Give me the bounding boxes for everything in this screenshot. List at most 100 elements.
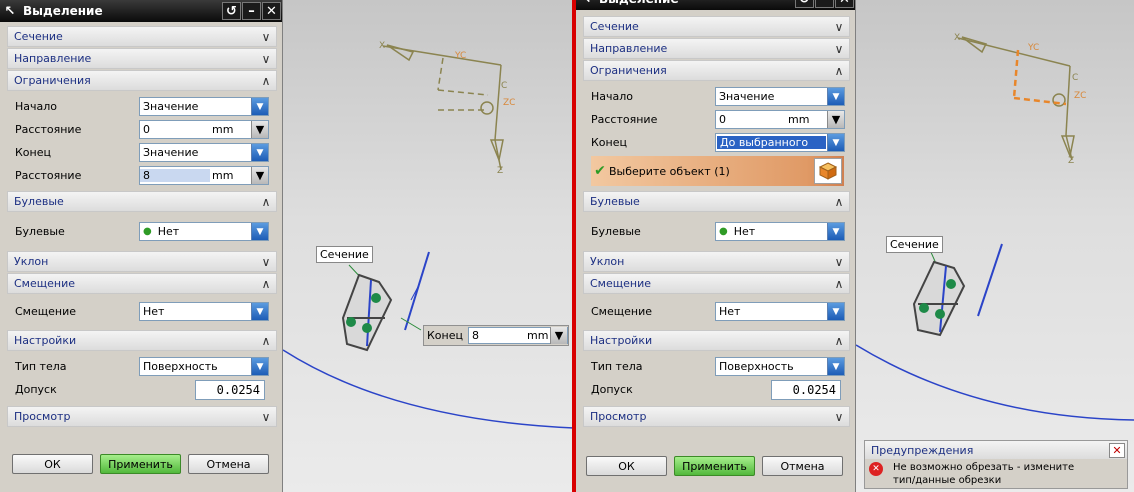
ok-button[interactable]: ОК bbox=[586, 456, 667, 476]
end-distance-value[interactable]: 8 bbox=[469, 329, 525, 342]
chevron-up-icon: ∧ bbox=[261, 194, 271, 209]
end-combo[interactable]: Значение ▼ bbox=[139, 143, 269, 162]
section-header-boolean[interactable]: Булевые ∧ bbox=[583, 191, 850, 212]
combo-value: Поверхность bbox=[143, 360, 218, 373]
section-header-preview[interactable]: Просмотр ∨ bbox=[583, 406, 850, 427]
boolean-label: Булевые bbox=[591, 225, 641, 238]
section-header-settings[interactable]: Настройки ∧ bbox=[7, 330, 277, 351]
boolean-label: Булевые bbox=[15, 225, 65, 238]
start-distance-field[interactable]: 0 mm ▼ bbox=[139, 120, 269, 139]
dropdown-arrow-icon[interactable]: ▼ bbox=[251, 98, 268, 115]
section-title: Сечение bbox=[590, 20, 639, 33]
dropdown-arrow-icon[interactable]: ▼ bbox=[827, 303, 844, 320]
boolean-combo[interactable]: ● Нет ▼ bbox=[715, 222, 845, 241]
section-header-settings[interactable]: Настройки ∧ bbox=[583, 330, 850, 351]
tolerance-field[interactable]: 0.0254 bbox=[771, 379, 841, 400]
section-header-draft[interactable]: Уклон ∨ bbox=[7, 251, 277, 272]
section-header-direction[interactable]: Направление ∨ bbox=[7, 48, 277, 69]
dialog-title: Выделение bbox=[23, 4, 103, 18]
dialog-titlebar[interactable]: ↖ Выделение ↺ – ✕ bbox=[576, 0, 855, 10]
end-distance-field[interactable]: 8 mm ▼ bbox=[139, 166, 269, 185]
dropdown-arrow-icon[interactable]: ▼ bbox=[251, 144, 268, 161]
start-combo[interactable]: Значение ▼ bbox=[715, 87, 845, 106]
close-button[interactable]: ✕ bbox=[262, 2, 281, 20]
close-button[interactable]: ✕ bbox=[835, 0, 854, 8]
cancel-button[interactable]: Отмена bbox=[762, 456, 843, 476]
combo-value: Нет bbox=[157, 225, 180, 238]
axis-label: YC bbox=[1027, 43, 1039, 53]
dropdown-arrow-icon[interactable]: ▼ bbox=[251, 303, 268, 320]
dialog-titlebar[interactable]: ↖ Выделение ↺ – ✕ bbox=[0, 0, 282, 22]
chevron-up-icon: ∧ bbox=[261, 73, 271, 88]
start-combo[interactable]: Значение ▼ bbox=[139, 97, 269, 116]
offset-label: Смещение bbox=[591, 305, 652, 318]
combo-value: Значение bbox=[719, 90, 775, 103]
end-label: Конец bbox=[427, 329, 463, 342]
section-header-draft[interactable]: Уклон ∨ bbox=[583, 251, 850, 272]
chevron-up-icon: ∧ bbox=[834, 194, 844, 209]
dropdown-arrow-icon[interactable]: ▼ bbox=[251, 223, 268, 240]
section-header-boolean[interactable]: Булевые ∧ bbox=[7, 191, 277, 212]
offset-combo[interactable]: Нет ▼ bbox=[715, 302, 845, 321]
section-header-limits[interactable]: Ограничения ∧ bbox=[7, 70, 277, 91]
section-label-callout: Сечение bbox=[316, 246, 373, 263]
minimize-button[interactable]: – bbox=[242, 2, 261, 20]
start-label: Начало bbox=[591, 90, 634, 103]
end-distance-onscreen-input[interactable]: Конец 8 mm ▼ bbox=[423, 325, 569, 346]
section-header-limits[interactable]: Ограничения ∧ bbox=[583, 60, 850, 81]
reset-button[interactable]: ↺ bbox=[795, 0, 814, 8]
distance-label: Расстояние bbox=[591, 113, 658, 126]
apply-button[interactable]: Применить bbox=[674, 456, 755, 476]
section-header-offset[interactable]: Смещение ∧ bbox=[583, 273, 850, 294]
field-value[interactable]: 8 bbox=[140, 169, 210, 182]
section-title: Направление bbox=[14, 52, 92, 65]
section-label-callout: Сечение bbox=[886, 236, 943, 253]
axis-label: C bbox=[1072, 73, 1078, 83]
select-object-label: Выберите объект (1) bbox=[609, 164, 730, 178]
end-label: Конец bbox=[591, 136, 627, 149]
body-type-combo[interactable]: Поверхность ▼ bbox=[715, 357, 845, 376]
dropdown-arrow-icon[interactable]: ▼ bbox=[827, 358, 844, 375]
settings-body: Тип тела Поверхность ▼ Допуск 0.0254 bbox=[583, 352, 850, 406]
combo-value: Нет bbox=[733, 225, 756, 238]
section-header-section[interactable]: Сечение ∨ bbox=[7, 26, 277, 47]
section-header-direction[interactable]: Направление ∨ bbox=[583, 38, 850, 59]
cube-icon[interactable] bbox=[814, 158, 842, 184]
tolerance-field[interactable]: 0.0254 bbox=[195, 379, 265, 400]
dropdown-arrow-icon[interactable]: ▼ bbox=[251, 358, 268, 375]
start-distance-field[interactable]: 0 mm ▼ bbox=[715, 110, 845, 129]
minimize-button[interactable]: – bbox=[815, 0, 834, 8]
body-type-label: Тип тела bbox=[591, 360, 643, 373]
field-value[interactable]: 0 bbox=[140, 123, 210, 136]
boolean-combo[interactable]: ● Нет ▼ bbox=[139, 222, 269, 241]
section-header-offset[interactable]: Смещение ∧ bbox=[7, 273, 277, 294]
arrow-down-icon[interactable]: ▼ bbox=[251, 121, 268, 138]
ok-button[interactable]: ОК bbox=[12, 454, 93, 474]
body-type-combo[interactable]: Поверхность ▼ bbox=[139, 357, 269, 376]
apply-button[interactable]: Применить bbox=[100, 454, 181, 474]
select-object-field[interactable]: ✔ Выберите объект (1) bbox=[591, 156, 844, 186]
arrow-down-icon[interactable]: ▼ bbox=[550, 327, 567, 344]
end-combo[interactable]: До выбранного ▼ bbox=[715, 133, 845, 152]
cancel-button[interactable]: Отмена bbox=[188, 454, 269, 474]
field-value[interactable]: 0 bbox=[716, 113, 786, 126]
close-icon[interactable]: ✕ bbox=[1109, 443, 1125, 458]
error-icon: ✕ bbox=[869, 462, 883, 476]
dropdown-arrow-icon[interactable]: ▼ bbox=[827, 134, 844, 151]
arrow-down-icon[interactable]: ▼ bbox=[251, 167, 268, 184]
axis-label: Z bbox=[1068, 156, 1074, 166]
dropdown-arrow-icon[interactable]: ▼ bbox=[827, 223, 844, 240]
section-header-section[interactable]: Сечение ∨ bbox=[583, 16, 850, 37]
reset-button[interactable]: ↺ bbox=[222, 2, 241, 20]
warning-message: Не возможно обрезать - измените тип/данн… bbox=[893, 462, 1075, 486]
offset-combo[interactable]: Нет ▼ bbox=[139, 302, 269, 321]
end-distance-onscreen-field[interactable]: 8 mm ▼ bbox=[468, 327, 568, 344]
dropdown-arrow-icon[interactable]: ▼ bbox=[827, 88, 844, 105]
extrude-dialog-right: ↖ Выделение ↺ – ✕ Сечение∨ Направление∨ … bbox=[576, 0, 856, 492]
settings-body: Тип тела Поверхность ▼ Допуск 0.0254 bbox=[7, 352, 277, 406]
body-type-label: Тип тела bbox=[15, 360, 67, 373]
arrow-down-icon[interactable]: ▼ bbox=[827, 111, 844, 128]
boolean-none-icon: ● bbox=[719, 226, 728, 237]
section-header-preview[interactable]: Просмотр ∨ bbox=[7, 406, 277, 427]
arrow-icon: ↖ bbox=[576, 0, 596, 7]
